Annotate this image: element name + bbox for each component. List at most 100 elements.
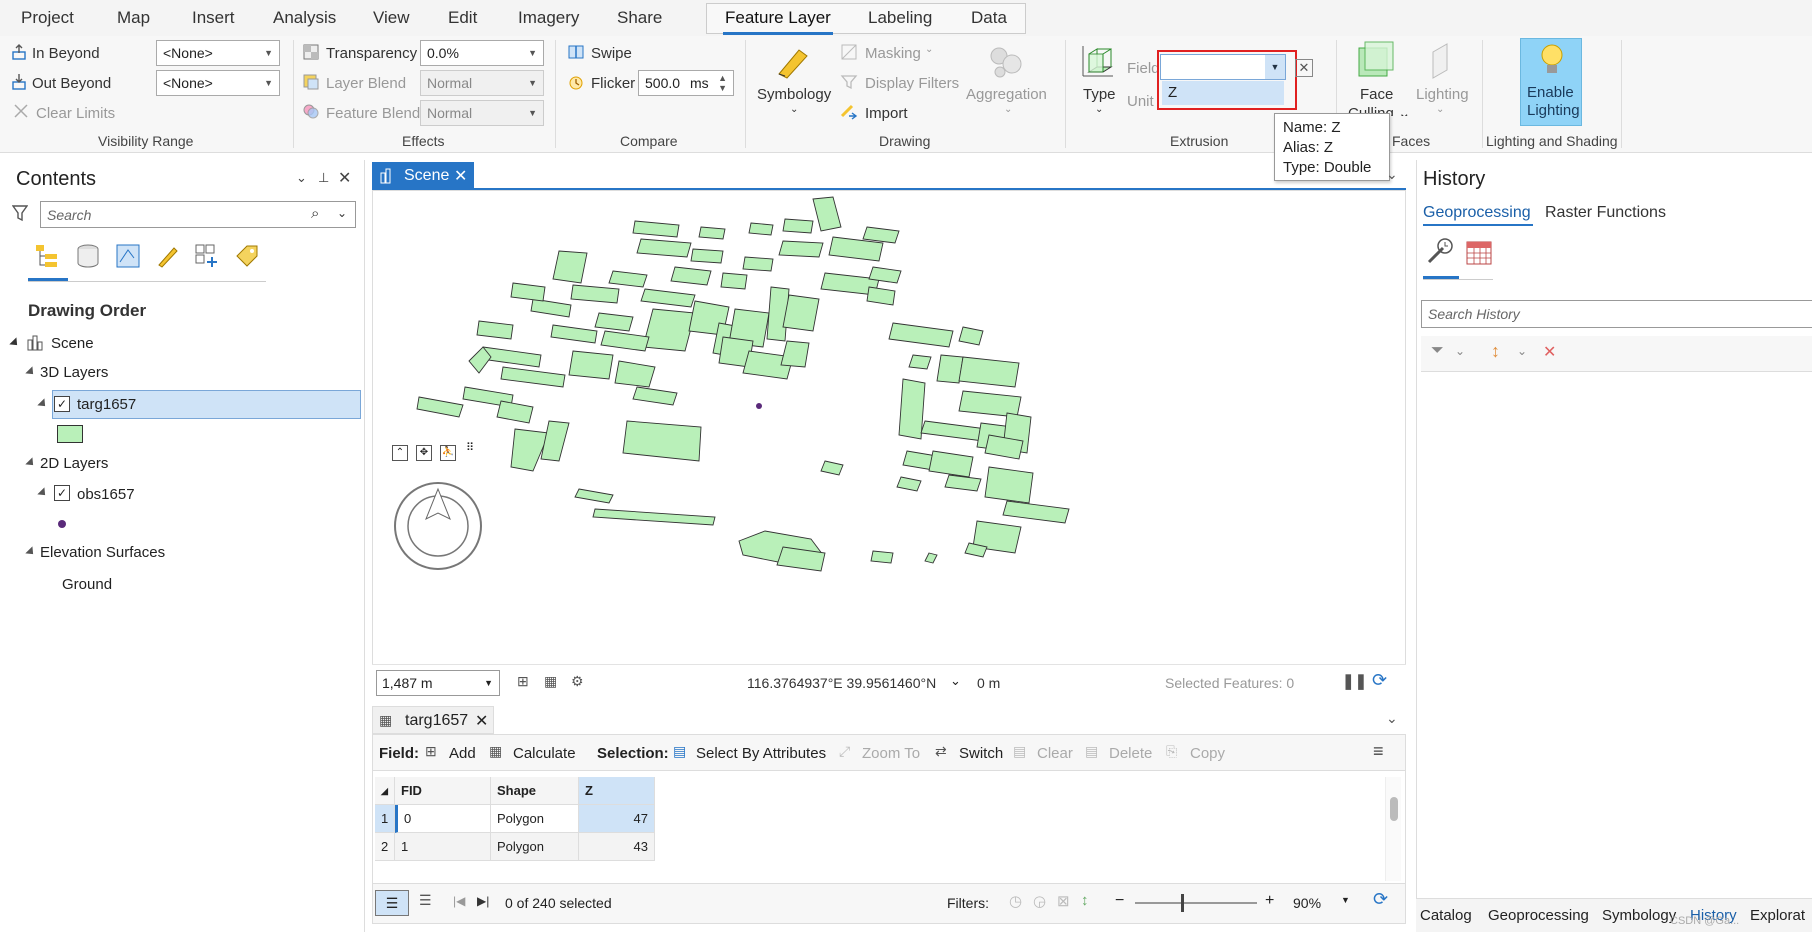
menu-insert[interactable]: Insert: [192, 8, 235, 28]
grid-icon[interactable]: ⊞: [517, 673, 529, 690]
add-field-button[interactable]: Add: [449, 745, 476, 762]
filter-range-icon[interactable]: ⊠: [1057, 892, 1070, 910]
close-icon[interactable]: ✕: [454, 166, 467, 186]
filter-time-icon[interactable]: ◶: [1033, 892, 1046, 910]
column-header-shape[interactable]: Shape: [491, 777, 579, 805]
tree-3d-layers[interactable]: 3D Layers: [40, 364, 108, 381]
masking-button[interactable]: Masking: [865, 45, 921, 62]
select-by-attributes-button[interactable]: Select By Attributes: [696, 745, 826, 762]
row-number[interactable]: 1: [375, 805, 395, 833]
aggregation-button[interactable]: Aggregation: [966, 86, 1047, 103]
chevron-down-icon[interactable]: ⌄: [1386, 166, 1398, 183]
point-symbol-swatch[interactable]: [58, 520, 66, 528]
dock-tab-explorat[interactable]: Explorat: [1750, 907, 1805, 924]
table-cell-z[interactable]: 43: [579, 833, 655, 861]
zoom-slider[interactable]: [1135, 894, 1257, 912]
navigator-compass[interactable]: [393, 481, 483, 571]
scene-map[interactable]: [373, 191, 1405, 661]
clear-field-icon[interactable]: ✕: [1295, 59, 1313, 77]
zoom-slider-thumb[interactable]: [1181, 894, 1184, 912]
snapping-icon[interactable]: ⚙: [571, 673, 584, 690]
layer-name-obs1657[interactable]: obs1657: [77, 486, 135, 503]
tree-scene[interactable]: Scene: [51, 335, 94, 352]
menu-project[interactable]: Project: [21, 8, 74, 28]
in-beyond-dropdown[interactable]: <None> ▼: [156, 40, 280, 66]
refresh-icon[interactable]: ⟳: [1372, 670, 1387, 691]
layer-blend-dropdown[interactable]: Normal ▼: [420, 70, 544, 96]
expand-arrow-icon[interactable]: [25, 457, 37, 469]
table-cell-shape[interactable]: Polygon: [491, 833, 579, 861]
filter-icon[interactable]: [12, 204, 28, 222]
nav-up-button[interactable]: ⌃: [392, 445, 408, 461]
tab-data[interactable]: Data: [971, 8, 1007, 28]
swipe-button[interactable]: Swipe: [591, 45, 632, 62]
scene-view[interactable]: ⌃ ✥ ⛹ ⠿: [372, 190, 1406, 698]
calculate-button[interactable]: Calculate: [513, 745, 576, 762]
extrusion-type-button[interactable]: Type: [1083, 86, 1116, 103]
filter-icon[interactable]: ⏷: [1431, 342, 1444, 360]
more-icon[interactable]: ⠿: [466, 441, 474, 454]
table-cell-z[interactable]: 47: [579, 805, 655, 833]
face-culling-label-line1[interactable]: Face: [1360, 86, 1393, 103]
chevron-down-icon[interactable]: ⌄: [1517, 344, 1527, 358]
tab-history-geoprocessing[interactable]: Geoprocessing: [1423, 204, 1531, 222]
polygon-symbol-swatch[interactable]: [57, 425, 83, 443]
menu-view[interactable]: View: [373, 8, 410, 28]
zoom-in-icon[interactable]: +: [1265, 892, 1274, 910]
geoprocessing-history-icon[interactable]: [1425, 236, 1455, 266]
column-header-z[interactable]: Z: [579, 777, 655, 805]
enable-lighting-button[interactable]: Enable Lighting: [1520, 38, 1582, 126]
expand-arrow-icon[interactable]: [9, 337, 21, 349]
close-icon[interactable]: ✕: [475, 711, 488, 731]
pane-menu-icon[interactable]: ⌄: [296, 170, 307, 186]
column-header-fid[interactable]: FID: [395, 777, 491, 805]
tab-attribute-table[interactable]: ▦ targ1657 ✕: [372, 706, 494, 734]
delete-button[interactable]: Delete: [1109, 745, 1152, 762]
close-icon[interactable]: ✕: [338, 168, 351, 188]
list-by-data-source-icon[interactable]: [74, 242, 102, 270]
expand-arrow-icon[interactable]: [37, 487, 49, 499]
list-by-selection-icon[interactable]: [114, 242, 142, 270]
layer-visibility-checkbox[interactable]: ✓: [54, 485, 70, 501]
walk-button[interactable]: ⛹: [440, 445, 456, 461]
layer-visibility-checkbox[interactable]: ✓: [54, 396, 70, 412]
pause-icon[interactable]: ❚❚: [1342, 672, 1367, 690]
dock-tab-catalog[interactable]: Catalog: [1420, 907, 1472, 924]
list-by-snapping-icon[interactable]: [193, 242, 221, 270]
chevron-down-icon[interactable]: ⌄: [337, 206, 347, 220]
lighting-button[interactable]: Lighting: [1416, 86, 1469, 103]
tab-scene[interactable]: Scene ✕: [372, 162, 474, 190]
vertical-scrollbar[interactable]: [1385, 777, 1401, 881]
layer-name-targ1657[interactable]: targ1657: [77, 396, 136, 413]
search-icon[interactable]: ⌕: [311, 205, 319, 222]
table-menu-icon[interactable]: ≡: [1373, 741, 1384, 762]
contents-search-input[interactable]: Search ⌕ ⌄: [40, 201, 356, 228]
zoom-to-button[interactable]: Zoom To: [862, 745, 920, 762]
copy-button[interactable]: Copy: [1190, 745, 1225, 762]
stepper-arrows-icon[interactable]: ▲ ▼: [718, 73, 727, 93]
expand-arrow-icon[interactable]: [25, 546, 37, 558]
menu-analysis[interactable]: Analysis: [273, 8, 336, 28]
table-cell-fid[interactable]: 0: [395, 805, 491, 833]
show-all-records-button[interactable]: ☰: [375, 890, 409, 916]
scrollbar-thumb[interactable]: [1390, 797, 1398, 821]
dock-tab-geoprocessing[interactable]: Geoprocessing: [1488, 907, 1589, 924]
menu-imagery[interactable]: Imagery: [518, 8, 579, 28]
first-record-icon[interactable]: |◀: [453, 894, 465, 908]
menu-edit[interactable]: Edit: [448, 8, 477, 28]
zoom-out-icon[interactable]: −: [1115, 892, 1124, 910]
table-cell-shape[interactable]: Polygon: [491, 805, 579, 833]
chevron-down-icon[interactable]: ⌄: [1386, 710, 1398, 727]
table-icon[interactable]: ▦: [544, 673, 557, 690]
table-zoom-level[interactable]: 90%: [1293, 895, 1321, 911]
switch-button[interactable]: Switch: [959, 745, 1003, 762]
tree-2d-layers[interactable]: 2D Layers: [40, 455, 108, 472]
tab-history-raster-functions[interactable]: Raster Functions: [1545, 204, 1666, 222]
chevron-down-icon[interactable]: ⌄: [1455, 344, 1465, 358]
display-filters-button[interactable]: Display Filters: [865, 75, 959, 92]
feature-blend-dropdown[interactable]: Normal ▼: [420, 100, 544, 126]
menu-map[interactable]: Map: [117, 8, 150, 28]
refresh-icon[interactable]: ⟳: [1373, 889, 1388, 910]
history-search-input[interactable]: Search History: [1421, 300, 1812, 328]
pin-icon[interactable]: ⊥: [318, 170, 329, 186]
